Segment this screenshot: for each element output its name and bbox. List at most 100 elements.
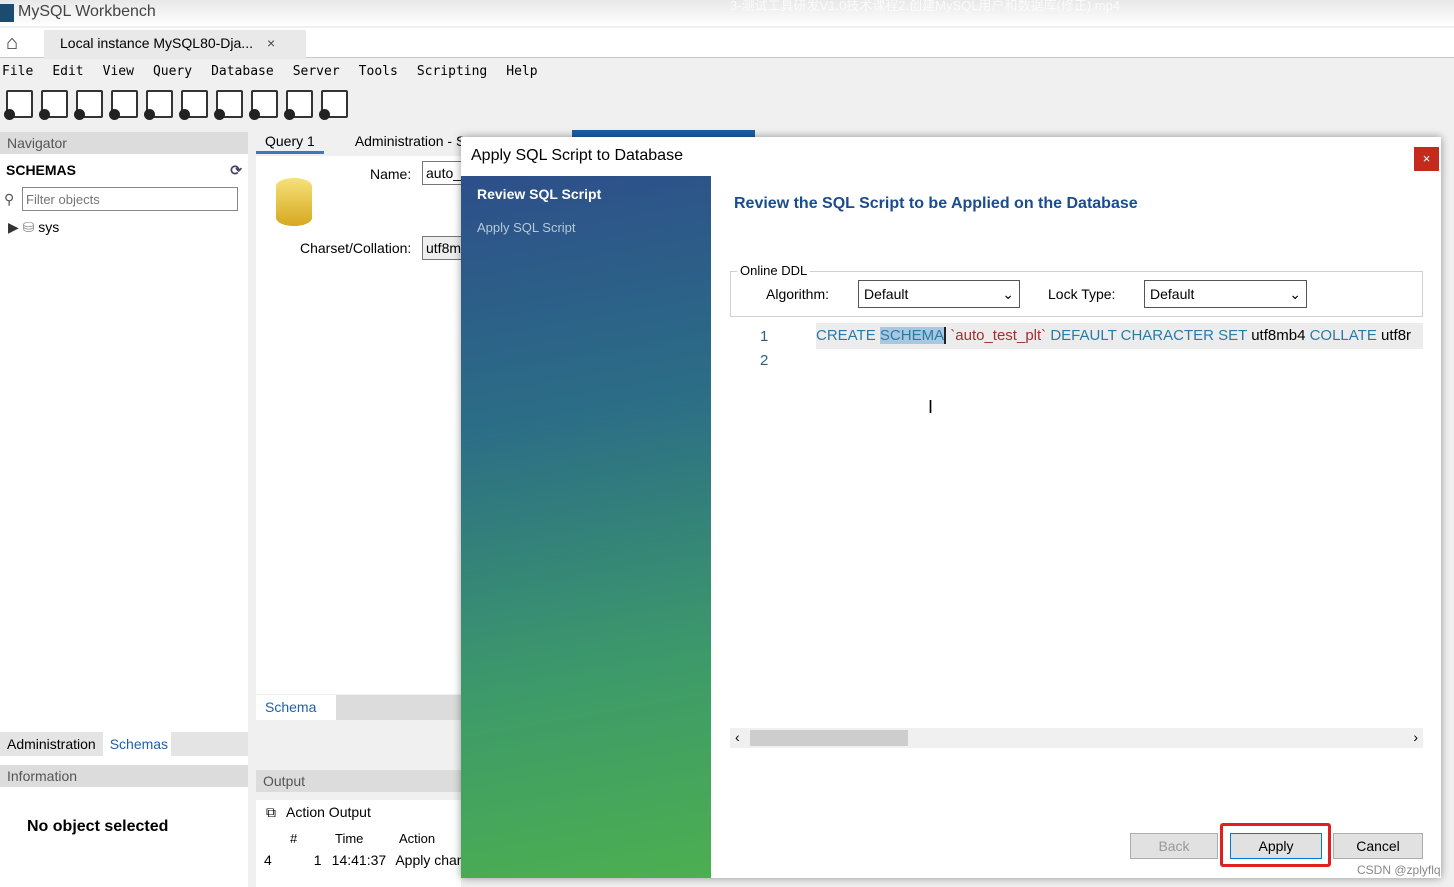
lock-type-select[interactable]: Default ⌄ [1144, 280, 1307, 308]
apply-sql-dialog: Apply SQL Script to Database × Review SQ… [461, 137, 1441, 878]
charset-label: Charset/Collation: [300, 240, 412, 256]
tab-query-1[interactable]: Query 1 [256, 130, 324, 154]
new-sql-tab-icon[interactable] [4, 90, 33, 120]
output-header: Output [256, 770, 461, 792]
create-procedure-icon[interactable] [214, 90, 243, 120]
algorithm-select[interactable]: Default ⌄ [858, 280, 1020, 308]
charset-select[interactable]: utf8m [422, 236, 462, 260]
create-view-icon[interactable] [179, 90, 208, 120]
step-apply-sql: Apply SQL Script [477, 220, 576, 235]
online-ddl-group: Algorithm: Default ⌄ Lock Type: Default ⌄ [730, 271, 1423, 317]
name-field[interactable]: auto_ [422, 161, 462, 185]
output-mode-select[interactable]: Action Output [286, 804, 371, 821]
text-cursor-icon: I [928, 397, 934, 417]
search-table-data-icon[interactable] [284, 90, 313, 120]
chevron-down-icon: ⌄ [1002, 286, 1014, 302]
wizard-steps: Review SQL Script Apply SQL Script [461, 176, 711, 878]
create-function-icon[interactable] [249, 90, 278, 120]
tab-administration[interactable]: Administration [0, 732, 103, 756]
tab-schema[interactable]: Schema [256, 695, 336, 720]
filter-objects-input[interactable] [22, 187, 238, 211]
sql-charset: utf8mb4 [1251, 327, 1306, 344]
navigator-header: Navigator [0, 132, 248, 154]
sql-keyword: DEFAULT CHARACTER SET [1050, 327, 1248, 344]
row-time: 14:41:37 [331, 852, 387, 868]
dialog-title: Apply SQL Script to Database [471, 147, 683, 164]
connection-tab-label: Local instance MySQL80-Dja... [60, 35, 253, 51]
schemas-label: SCHEMAS [6, 162, 77, 178]
no-object-text: No object selected [27, 818, 169, 835]
editor-tabs: Schema [256, 695, 461, 720]
app-title: MySQL Workbench [18, 3, 156, 20]
database-icon: ⛁ [22, 219, 35, 235]
horizontal-scrollbar[interactable]: ‹ › [730, 728, 1423, 748]
close-tab-icon[interactable]: × [267, 35, 275, 51]
schema-name: sys [38, 219, 60, 235]
table-row[interactable]: 4 1 14:41:37 Apply chan [256, 846, 461, 868]
video-title: 3-测试工具研发V1.0技术课程2.创建MySQL用户和数据库(修正).mp4 [730, 0, 1121, 13]
sql-keyword: COLLATE [1309, 327, 1377, 344]
app-logo-icon [0, 4, 14, 22]
title-bar [0, 0, 1454, 26]
col-time: Time [335, 831, 364, 846]
query-tabs: Query 1 Administration - S [256, 130, 474, 154]
tab-administration-server[interactable]: Administration - S [346, 130, 474, 154]
menu-tools[interactable]: Tools [359, 64, 398, 86]
schema-item-sys[interactable]: ▶ ⛁ sys [0, 211, 248, 244]
search-icon: ⚲ [4, 190, 15, 207]
scroll-right-icon[interactable]: › [1413, 729, 1418, 745]
schema-icon [276, 178, 312, 226]
scroll-left-icon[interactable]: ‹ [735, 729, 740, 745]
navigator-tabs: Administration Schemas [0, 732, 248, 756]
information-header: Information [0, 765, 248, 787]
cancel-button[interactable]: Cancel [1333, 833, 1423, 859]
sql-identifier: `auto_test_plt` [950, 327, 1047, 344]
menu-file[interactable]: File [2, 64, 33, 86]
scrollbar-thumb[interactable] [750, 730, 908, 746]
row-num: 1 [313, 852, 322, 868]
menu-query[interactable]: Query [153, 64, 192, 86]
name-label: Name: [370, 166, 412, 182]
action-output-panel: ⧉ Action Output # Time Action 4 1 14:41:3… [256, 800, 461, 887]
sql-keyword: CREATE [816, 327, 876, 344]
menu-scripting[interactable]: Scripting [417, 64, 487, 86]
col-num: # [290, 831, 298, 846]
reconnect-icon[interactable] [319, 90, 348, 120]
sql-collation: utf8r [1381, 327, 1412, 344]
watermark: CSDN @zplyflq [1357, 863, 1441, 877]
menu-server[interactable]: Server [293, 64, 340, 86]
copy-icon[interactable]: ⧉ [266, 804, 276, 821]
home-icon[interactable]: ⌂ [6, 32, 18, 55]
lock-type-label: Lock Type: [1048, 286, 1116, 302]
sql-keyword-selected: SCHEMA [879, 327, 947, 344]
line-number: 2 [760, 352, 769, 369]
inspector-icon[interactable] [74, 90, 103, 120]
step-review-sql: Review SQL Script [477, 186, 602, 202]
chevron-down-icon: ⌄ [1289, 286, 1301, 302]
col-action: Action [399, 831, 436, 846]
menu-help[interactable]: Help [506, 64, 537, 86]
open-sql-script-icon[interactable] [39, 90, 68, 120]
sql-script-editor[interactable]: 1 2 CREATE SCHEMA `auto_test_plt` DEFAUL… [730, 323, 1423, 723]
expand-arrow-icon[interactable]: ▶ [8, 219, 19, 235]
algorithm-label: Algorithm: [766, 286, 830, 302]
lock-type-value: Default [1150, 286, 1195, 302]
highlight-ring [1220, 823, 1331, 867]
menu-database[interactable]: Database [211, 64, 274, 86]
line-number: 1 [760, 328, 769, 345]
back-button[interactable]: Back [1130, 833, 1218, 859]
menu-edit[interactable]: Edit [52, 64, 83, 86]
algorithm-value: Default [864, 286, 909, 302]
refresh-icon[interactable]: ⟳ [230, 162, 242, 179]
close-icon[interactable]: × [1414, 147, 1439, 171]
dialog-heading: Review the SQL Script to be Applied on t… [734, 195, 1138, 212]
online-ddl-label: Online DDL [737, 263, 811, 278]
row-status: 4 [264, 852, 272, 868]
menu-bar: File Edit View Query Database Server Too… [0, 60, 1454, 86]
toolbar [4, 90, 348, 120]
create-table-icon[interactable] [144, 90, 173, 120]
create-schema-icon[interactable] [109, 90, 138, 120]
connection-tab[interactable]: Local instance MySQL80-Dja... × [44, 30, 306, 59]
tab-schemas[interactable]: Schemas [102, 732, 171, 756]
menu-view[interactable]: View [103, 64, 134, 86]
